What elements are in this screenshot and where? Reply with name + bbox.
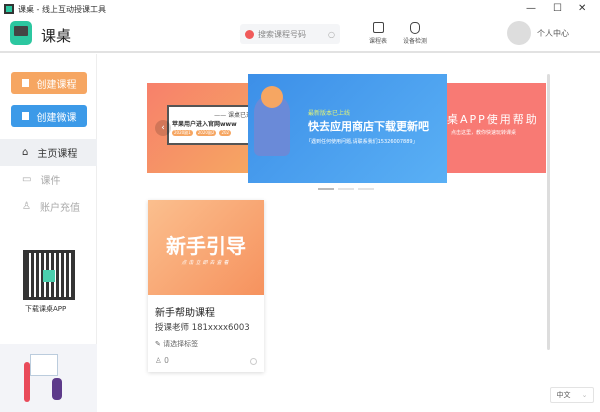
app-logo-icon — [10, 21, 32, 45]
banner-tag: 2020副2 — [195, 130, 217, 136]
cover-subtitle: 点击立即去查看 — [181, 260, 231, 266]
banner-kicker: 最新版本已上线 — [308, 110, 351, 117]
carousel-dots — [318, 188, 374, 190]
search-badge-icon — [245, 29, 254, 39]
banner-right-sub: 点击这里，教你快速玩转课桌 — [451, 130, 517, 136]
scrollbar[interactable] — [547, 74, 550, 350]
nav-label: 课件 — [40, 176, 61, 187]
carousel-dot[interactable] — [338, 188, 354, 190]
calendar-icon — [372, 22, 384, 33]
main-content: —— 课桌已开 苹果用户进入官网www 2020副1 2020副2 202 ‹ … — [98, 54, 600, 412]
course-cover: 新手引导 点击立即去查看 — [148, 200, 264, 295]
user-icon: ♙ — [22, 201, 31, 212]
create-course-button[interactable]: 创建课程 — [11, 72, 87, 94]
schedule-button[interactable]: 课程表 — [365, 22, 391, 45]
sidebar-item-recharge[interactable]: ♙ 账户充值 — [0, 193, 97, 220]
qr-label: 下载课桌APP — [25, 305, 67, 313]
banner-sub: 「遇到任何使用问题,请联系我们15326007889」 — [306, 139, 418, 145]
carousel-dot[interactable] — [358, 188, 374, 190]
banner-prev-button[interactable]: ‹ — [155, 120, 171, 136]
banner-left-line1: —— 课桌已开 — [214, 112, 248, 119]
window-title: 课桌 - 线上互动授课工具 — [18, 5, 106, 14]
home-icon: ⌂ — [22, 147, 29, 158]
device-check-label: 设备检测 — [402, 38, 427, 45]
create-course-label: 创建课程 — [36, 79, 77, 91]
illustration — [0, 344, 97, 412]
course-card[interactable]: 新手引导 点击立即去查看 新手帮助课程 授课老师 181xxxx6003 ✎ 请… — [148, 200, 264, 372]
profile-button[interactable]: 个人中心 — [507, 21, 569, 45]
sidebar-item-courseware[interactable]: ▭ 课件 — [0, 166, 97, 193]
device-check-button[interactable]: 设备检测 — [400, 22, 430, 45]
banner-slide-center[interactable]: 最新版本已上线 快去应用商店下载更新吧 「遇到任何使用问题,请联系我们15326… — [248, 74, 447, 183]
banner-tag: 202 — [219, 130, 232, 136]
course-teacher: 授课老师 181xxxx6003 — [155, 323, 250, 333]
qr-code — [23, 250, 75, 300]
folder-icon: ▭ — [22, 174, 32, 185]
app-name: 课桌 — [41, 27, 72, 45]
cover-title: 新手引导 — [166, 234, 246, 258]
video-icon — [21, 112, 29, 120]
course-tag-select[interactable]: 请选择标签 — [163, 340, 198, 348]
search-icon: ○ — [328, 29, 335, 39]
profile-label: 个人中心 — [537, 28, 569, 38]
language-select[interactable]: 中文 ⌄ — [550, 387, 594, 403]
header: 课桌 搜索课程号码 ○ 课程表 设备检测 个人中心 — [0, 19, 600, 53]
more-icon[interactable] — [250, 358, 257, 365]
language-value: 中文 — [556, 391, 571, 399]
title-bar: 课桌 - 线上互动授课工具 — ☐ ✕ — [0, 0, 600, 19]
banner-headline: 快去应用商店下载更新吧 — [308, 120, 429, 133]
create-micro-label: 创建微课 — [36, 112, 77, 124]
banner-slide-left[interactable]: —— 课桌已开 苹果用户进入官网www 2020副1 2020副2 202 ‹ — [147, 83, 248, 173]
nav-label: 主页课程 — [37, 149, 78, 160]
carousel-dot-active[interactable] — [318, 188, 334, 190]
banner-right-headline: 桌APP使用帮助 — [447, 113, 539, 126]
close-button[interactable]: ✕ — [578, 3, 586, 14]
file-icon — [21, 79, 29, 87]
character-illustration — [254, 86, 290, 156]
avatar — [507, 21, 531, 45]
user-count-icon: ♙ — [155, 356, 162, 365]
search-input[interactable]: 搜索课程号码 ○ — [240, 24, 340, 44]
course-title: 新手帮助课程 — [155, 308, 215, 319]
chevron-down-icon: ⌄ — [581, 391, 588, 399]
search-placeholder: 搜索课程号码 — [258, 29, 306, 39]
schedule-label: 课程表 — [368, 38, 387, 45]
pen-icon: ✎ — [155, 340, 161, 348]
nav-label: 账户充值 — [39, 203, 80, 214]
banner-slide-right[interactable]: 桌APP使用帮助 点击这里，教你快速玩转课桌 — [447, 83, 546, 173]
sidebar: 创建课程 创建微课 ⌂ 主页课程 ▭ 课件 ♙ 账户充值 下载课桌APP — [0, 54, 97, 412]
maximize-button[interactable]: ☐ — [553, 3, 562, 14]
banner-tag: 2020副1 — [172, 130, 193, 136]
shield-icon — [410, 22, 420, 34]
create-micro-button[interactable]: 创建微课 — [11, 105, 87, 127]
student-count: 0 — [164, 356, 169, 365]
sidebar-item-home[interactable]: ⌂ 主页课程 — [0, 139, 97, 166]
minimize-button[interactable]: — — [526, 3, 536, 14]
app-small-icon — [4, 4, 14, 14]
banner-left-line2: 苹果用户进入官网www — [172, 121, 237, 128]
